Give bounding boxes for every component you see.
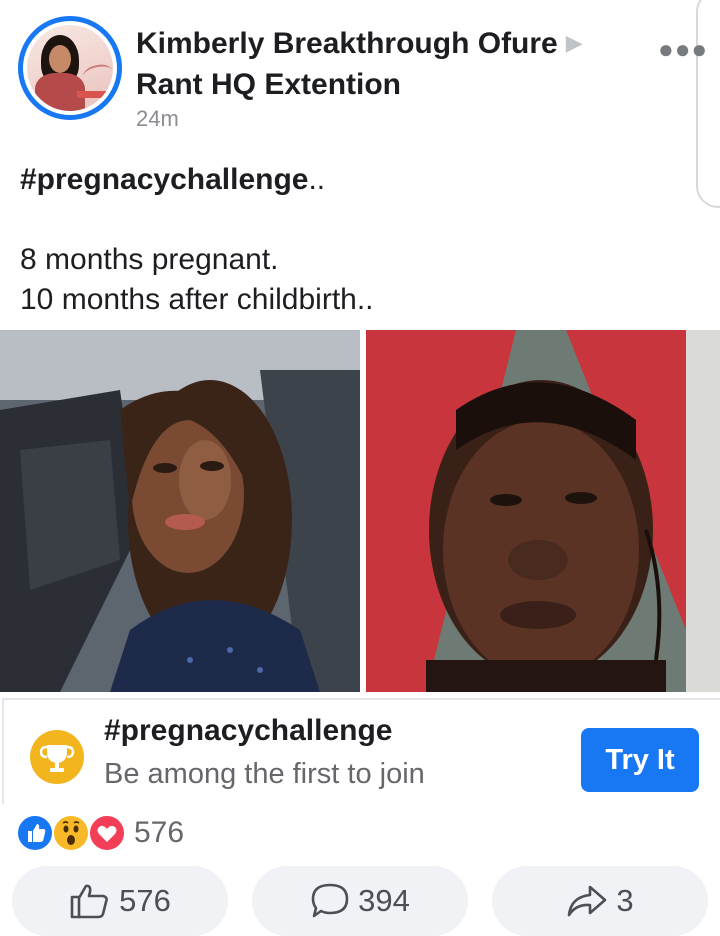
- like-button[interactable]: 576: [12, 866, 228, 936]
- ellipsis-icon[interactable]: ●●●: [658, 34, 708, 65]
- post-header: Kimberly Breakthrough Ofure ▶ Rant HQ Ext…: [18, 16, 707, 136]
- post-line-1: 8 months pregnant.: [20, 243, 279, 276]
- next-card-edge: [696, 0, 720, 208]
- author-line: Kimberly Breakthrough Ofure ▶ Rant HQ Ext…: [136, 22, 616, 105]
- share-arrow-icon: [566, 883, 608, 919]
- try-it-button[interactable]: Try It: [581, 728, 699, 792]
- photo-left[interactable]: [0, 330, 360, 692]
- author-name[interactable]: Kimberly Breakthrough Ofure: [136, 27, 558, 60]
- thumbs-up-icon: [69, 882, 111, 920]
- share-count: 3: [616, 883, 634, 918]
- post-hashtag[interactable]: #pregnacychallenge: [20, 163, 308, 196]
- photo-right[interactable]: [366, 330, 720, 692]
- action-bar: 576 394 3: [0, 866, 720, 936]
- comment-bubble-icon: [310, 882, 350, 920]
- triangle-right-icon: ▶: [565, 30, 583, 55]
- reaction-count: 576: [134, 816, 185, 849]
- hashtag-suffix: ..: [308, 163, 326, 196]
- like-reaction-icon: [16, 814, 54, 852]
- post-body: #pregnacychallenge.. 8 months pregnant. …: [20, 160, 374, 320]
- challenge-subtitle: Be among the first to join: [104, 758, 425, 790]
- photo-grid: [0, 330, 720, 692]
- trophy-icon: [30, 730, 84, 784]
- challenge-card: #pregnacychallenge Be among the first to…: [2, 698, 720, 804]
- group-name[interactable]: Rant HQ Extention: [136, 68, 401, 101]
- avatar-image: [27, 25, 113, 111]
- comment-count: 394: [358, 883, 410, 918]
- author-avatar[interactable]: [18, 16, 122, 120]
- love-reaction-icon: [88, 814, 126, 852]
- like-count: 576: [119, 883, 171, 918]
- challenge-title: #pregnacychallenge: [104, 714, 393, 747]
- post-line-2: 10 months after childbirth..: [20, 283, 374, 316]
- share-button[interactable]: 3: [492, 866, 708, 936]
- post-timestamp[interactable]: 24m: [136, 106, 179, 132]
- comment-button[interactable]: 394: [252, 866, 468, 936]
- wow-reaction-icon: [52, 814, 90, 852]
